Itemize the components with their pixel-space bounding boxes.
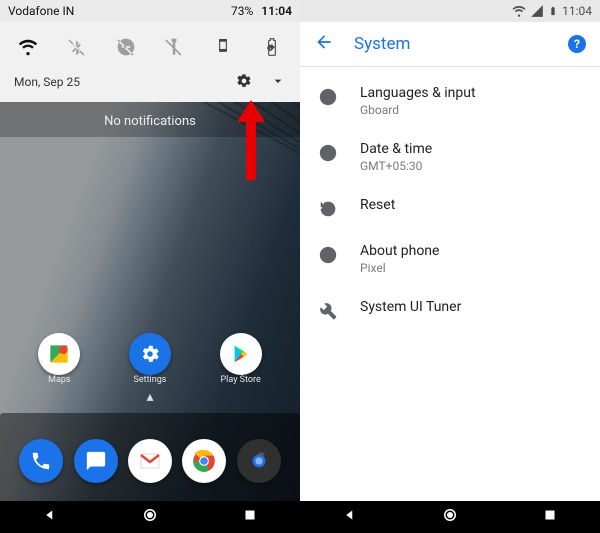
help-button[interactable]: ? — [568, 35, 586, 53]
reset-icon — [318, 199, 338, 219]
app-chrome[interactable] — [177, 439, 231, 483]
app-messages[interactable] — [68, 439, 122, 483]
setting-title: Reset — [360, 197, 395, 213]
nav-bar — [300, 501, 600, 533]
clock-icon — [318, 143, 338, 163]
setting-title: Languages & input — [360, 85, 476, 101]
nav-home[interactable] — [141, 506, 159, 528]
nav-back[interactable] — [341, 506, 359, 528]
setting-subtitle: Pixel — [360, 261, 439, 275]
wrench-icon — [318, 301, 338, 321]
setting-date-time[interactable]: Date & time GMT+05:30 — [300, 129, 600, 185]
clock: 11:04 — [261, 4, 292, 18]
setting-subtitle: Gboard — [360, 103, 476, 117]
annotation-arrow — [240, 100, 262, 180]
nav-home[interactable] — [441, 506, 459, 528]
signal-icon — [530, 4, 544, 18]
quick-settings-panel: Mon, Sep 25 — [0, 22, 300, 102]
app-play-store[interactable]: Play Store — [206, 333, 276, 385]
wifi-toggle[interactable] — [10, 29, 46, 65]
app-maps[interactable]: Maps — [24, 333, 94, 385]
setting-subtitle: GMT+05:30 — [360, 159, 432, 173]
carrier-label: Vodafone IN — [8, 4, 74, 18]
wifi-icon — [512, 4, 526, 18]
phone-right: 11:04 System ? Languages & input Gboard … — [300, 0, 600, 533]
setting-reset[interactable]: Reset — [300, 185, 600, 231]
app-label: Play Store — [221, 375, 261, 385]
app-drawer-handle[interactable]: ▴ — [0, 389, 300, 405]
settings-gear-icon[interactable] — [236, 73, 252, 92]
page-title: System — [354, 34, 410, 54]
nav-back[interactable] — [41, 506, 59, 528]
info-icon — [318, 245, 338, 265]
quick-settings-row — [4, 28, 296, 66]
setting-title: System UI Tuner — [360, 299, 461, 315]
rotation-toggle[interactable] — [205, 29, 241, 65]
status-right: 73% 11:04 — [231, 4, 292, 18]
flashlight-toggle[interactable] — [156, 29, 192, 65]
setting-title: About phone — [360, 243, 439, 259]
app-label: Settings — [134, 375, 167, 385]
app-settings[interactable]: Settings — [115, 333, 185, 385]
settings-list: Languages & input Gboard Date & time GMT… — [300, 67, 600, 333]
dnd-toggle[interactable] — [108, 29, 144, 65]
app-gmail[interactable] — [123, 439, 177, 483]
app-phone[interactable] — [14, 439, 68, 483]
settings-header: System ? — [300, 22, 600, 67]
quick-settings-footer: Mon, Sep 25 — [4, 66, 296, 98]
nav-recents[interactable] — [241, 506, 259, 528]
qs-date[interactable]: Mon, Sep 25 — [14, 75, 80, 89]
nav-recents[interactable] — [541, 506, 559, 528]
expand-icon[interactable] — [270, 73, 286, 92]
nav-bar — [0, 501, 300, 533]
home-screen-dock: Maps Settings Play Store ▴ — [0, 331, 300, 501]
clock: 11:04 — [562, 4, 592, 18]
back-button[interactable] — [314, 32, 334, 56]
battery-icon — [548, 4, 558, 18]
battery-pct: 73% — [231, 4, 253, 18]
status-bar: Vodafone IN 73% 11:04 — [0, 0, 300, 22]
setting-languages[interactable]: Languages & input Gboard — [300, 73, 600, 129]
phone-left: Vodafone IN 73% 11:04 Mon, Sep 25 — [0, 0, 300, 533]
globe-icon — [318, 87, 338, 107]
bluetooth-toggle[interactable] — [59, 29, 95, 65]
setting-about-phone[interactable]: About phone Pixel — [300, 231, 600, 287]
setting-ui-tuner[interactable]: System UI Tuner — [300, 287, 600, 333]
setting-title: Date & time — [360, 141, 432, 157]
app-camera[interactable] — [232, 439, 286, 483]
app-label: Maps — [48, 375, 70, 385]
status-bar: 11:04 — [300, 0, 600, 22]
battery-saver-toggle[interactable] — [254, 29, 290, 65]
